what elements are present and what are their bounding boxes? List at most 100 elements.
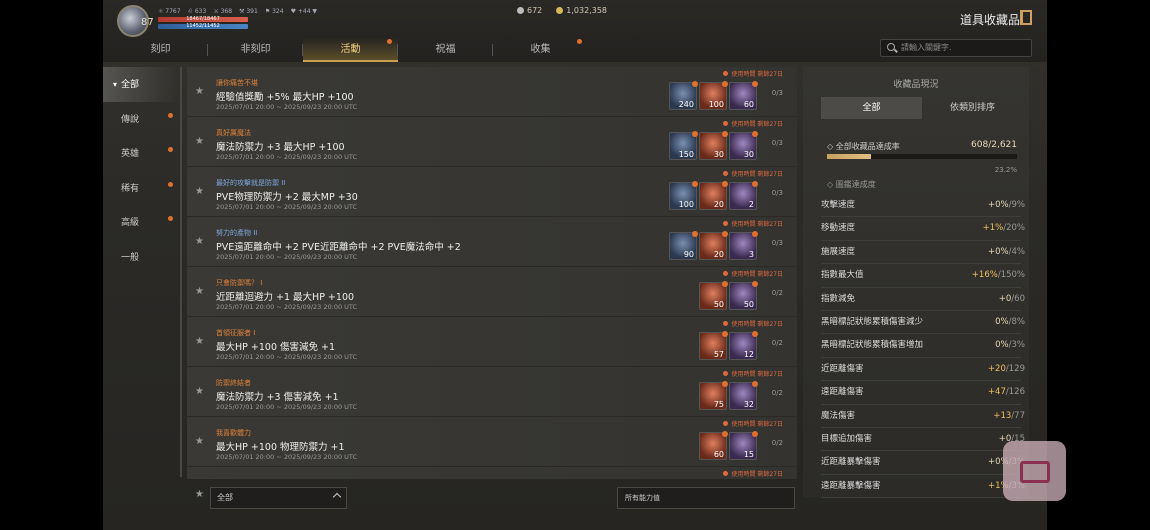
stat-value: +20/129: [988, 358, 1025, 381]
item-slot[interactable]: 100: [699, 81, 728, 110]
tab-3[interactable]: 祝福: [398, 38, 493, 62]
item-slot[interactable]: 60: [699, 431, 728, 460]
collection-row[interactable]: ★ 讓你痛苦不堪 經驗值獎勵 +5% 最大HP +100 2025/07/01 20:…: [187, 67, 797, 117]
sidebar-item-5[interactable]: 一般: [103, 240, 180, 275]
item-slot[interactable]: 20: [699, 231, 728, 260]
notification-dot: [692, 81, 698, 87]
item-slot[interactable]: 60: [729, 81, 758, 110]
stat-name: 攻擊速度: [821, 200, 856, 210]
item-slot[interactable]: 100: [669, 181, 698, 210]
gold-currency: 1,032,358: [556, 6, 607, 15]
stat-max: 9%: [1011, 200, 1026, 210]
grade-filter-dropdown[interactable]: 全部: [210, 487, 347, 509]
stat-value: +0/60: [999, 288, 1025, 311]
screen-cast-button[interactable]: [1003, 441, 1066, 501]
item-slot[interactable]: 3: [729, 231, 758, 260]
collection-row[interactable]: ★ 防禦終結者 魔法防禦力 +3 傷害減免 +1 2025/07/01 20:00 ~…: [187, 367, 797, 417]
panel-tab-1[interactable]: 依類別排序: [922, 97, 1023, 119]
stat-max: 126: [1008, 387, 1025, 398]
currency-display: 672 1,032,358: [517, 6, 607, 15]
sidebar-item-4[interactable]: 高級: [103, 205, 180, 240]
sidebar-item-label: 稀有: [121, 183, 140, 194]
collection-effect: PVE遠距離命中 +2 PVE近距離命中 +2 PVE魔法命中 +2: [216, 242, 461, 253]
stat-row: 近距離傷害 +20/129: [821, 358, 1025, 382]
stat-row: 施展速度 +0%/4%: [821, 241, 1025, 265]
tab-0[interactable]: 刻印: [113, 38, 208, 62]
stat-name: 黑暗標記狀態累積傷害減少: [821, 316, 924, 327]
search-placeholder: 請輸入關鍵字.: [901, 43, 952, 52]
item-count: 12: [743, 350, 754, 359]
favorite-filter-star-icon[interactable]: ★: [195, 489, 204, 500]
notification-dot: [752, 431, 758, 437]
item-slot[interactable]: 50: [699, 281, 728, 310]
collection-period: 2025/07/01 20:00 ~ 2025/09/23 20:00 UTC: [216, 103, 358, 111]
stat-row: 指數最大值 +16%/150%: [821, 264, 1025, 288]
panel-tab-0[interactable]: 全部: [821, 97, 922, 119]
favorite-star-icon[interactable]: ★: [195, 286, 204, 297]
panel-tabs: 全部 依類別排序: [821, 97, 1023, 119]
search-input[interactable]: 請輸入關鍵字.: [880, 39, 1032, 57]
favorite-star-icon[interactable]: ★: [195, 386, 204, 397]
item-slot[interactable]: 12: [729, 331, 758, 360]
favorite-star-icon[interactable]: ★: [195, 86, 204, 97]
collection-row[interactable]: ★ 最好的攻擊就是防禦 II PVE物理防禦力 +2 最大MP +30 2025/07…: [187, 167, 797, 217]
ability-filter-dropdown[interactable]: 所有能力值: [617, 487, 795, 509]
item-slot[interactable]: 15: [729, 431, 758, 460]
item-slot[interactable]: 30: [729, 131, 758, 160]
collection-row[interactable]: ★ 只會防禦嗎？ I 近距離迴避力 +1 最大HP +100 2025/07/01 2…: [187, 267, 797, 317]
item-slot[interactable]: 30: [699, 131, 728, 160]
remaining-time: 使用時間 剩餘27日: [723, 319, 783, 328]
item-slot[interactable]: 2: [729, 181, 758, 210]
stat-name: 魔法傷害: [821, 410, 856, 421]
overall-progress-bar: [827, 154, 1017, 159]
item-slot[interactable]: 90: [669, 231, 698, 260]
sidebar-item-1[interactable]: 傳說: [103, 102, 180, 137]
item-count: 15: [743, 450, 754, 459]
tab-2[interactable]: 活動: [303, 38, 398, 62]
top-bar: 87 ⚛ 7767 ♌ 633 ⚔ 368 ⚒ 391 ⚑ 324 ♥ +44 ▼ 184…: [103, 0, 1047, 62]
collection-row[interactable]: ★ 我喜歡體力 最大HP +100 物理防禦力 +1 2025/07/01 20:00…: [187, 417, 797, 467]
favorite-star-icon[interactable]: ★: [195, 136, 204, 147]
sidebar-item-2[interactable]: 英雄: [103, 136, 180, 171]
stat-row: 遠距離傷害 +47/126: [821, 381, 1025, 405]
stat-row: 黑暗標記狀態累積傷害增加 0%/3%: [821, 334, 1025, 358]
collection-row[interactable]: ★使用時間 剩餘27日: [187, 467, 797, 479]
hp-text: 18467/18467: [186, 16, 220, 22]
required-items: 50 50: [699, 281, 758, 310]
tab-4[interactable]: 收集: [493, 38, 588, 62]
favorite-star-icon[interactable]: ★: [195, 186, 204, 197]
item-slot[interactable]: 240: [669, 81, 698, 110]
collection-row[interactable]: ★ 首領征服者 I 最大HP +100 傷害減免 +1 2025/07/01 20:0…: [187, 317, 797, 367]
item-slot[interactable]: 75: [699, 381, 728, 410]
item-slot[interactable]: 20: [699, 181, 728, 210]
list-filter-bar: ★ 全部 所有能力值: [187, 481, 797, 516]
sidebar-item-0[interactable]: ▾ 全部: [103, 67, 180, 102]
item-slot[interactable]: 150: [669, 131, 698, 160]
item-slot[interactable]: 57: [699, 331, 728, 360]
guide-rate-label-text: 圖鑑達成度: [835, 180, 876, 189]
notification-dot: [752, 281, 758, 287]
collection-list[interactable]: ★ 讓你痛苦不堪 經驗值獎勵 +5% 最大HP +100 2025/07/01 20:…: [187, 67, 797, 479]
notification-dot: [752, 381, 758, 387]
notification-dot: [722, 381, 728, 387]
notification-dot: [387, 39, 392, 44]
tab-1[interactable]: 非刻印: [208, 38, 303, 62]
favorite-star-icon[interactable]: ★: [195, 436, 204, 447]
collection-progress: 0/3: [771, 239, 783, 247]
collection-period: 2025/07/01 20:00 ~ 2025/09/23 20:00 UTC: [216, 303, 358, 311]
sidebar-item-3[interactable]: 稀有: [103, 171, 180, 206]
item-slot[interactable]: 32: [729, 381, 758, 410]
diamond-currency: 672: [517, 6, 542, 15]
collection-effect: 近距離迴避力 +1 最大HP +100: [216, 292, 355, 303]
item-count: 57: [713, 350, 724, 359]
favorite-star-icon[interactable]: ★: [195, 336, 204, 347]
item-slot[interactable]: 50: [729, 281, 758, 310]
collection-row[interactable]: ★ 真好厲魔法 魔法防禦力 +3 最大HP +100 2025/07/01 20:00…: [187, 117, 797, 167]
favorite-star-icon[interactable]: ★: [195, 236, 204, 247]
collection-book-icon[interactable]: [1020, 10, 1032, 25]
item-count: 75: [713, 400, 724, 409]
collection-category: 最好的攻擊就是防禦 II: [216, 179, 286, 187]
collection-row[interactable]: ★ 努力的產物 II PVE遠距離命中 +2 PVE近距離命中 +2 PVE魔法命中…: [187, 217, 797, 267]
gold-amount: 1,032,358: [566, 6, 607, 15]
player-stats-row: ⚛ 7767 ♌ 633 ⚔ 368 ⚒ 391 ⚑ 324 ♥ +44 ▼: [158, 8, 317, 15]
